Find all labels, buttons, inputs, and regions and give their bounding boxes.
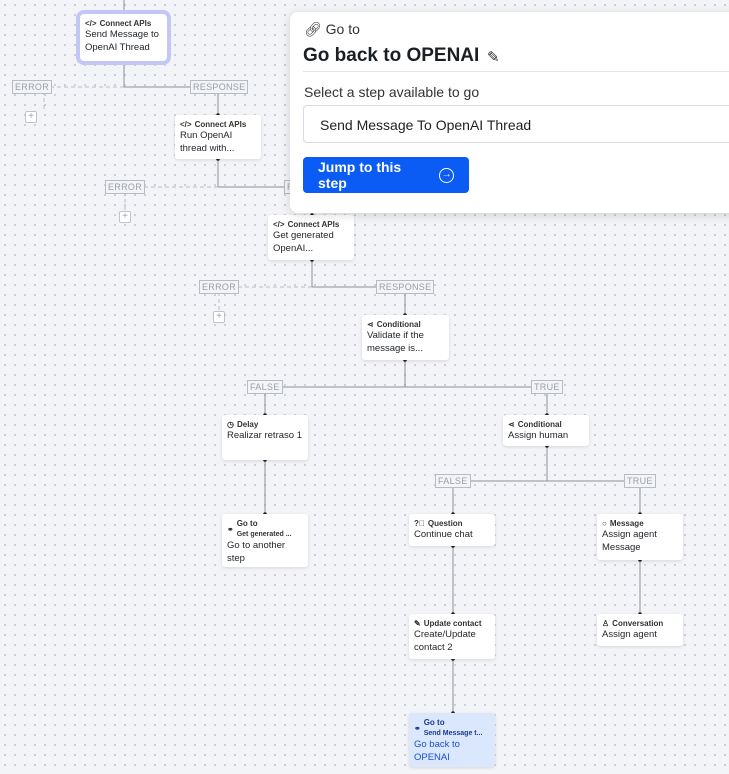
- link-icon: 🔗︎: [304, 21, 326, 37]
- divider: [303, 71, 729, 72]
- true-label: TRUE: [531, 380, 563, 394]
- error-label: ERROR: [105, 180, 146, 194]
- branch-icon: ⋖: [367, 320, 374, 329]
- node-message[interactable]: ○ Message Assign agent Message: [597, 514, 683, 560]
- node-get-generated[interactable]: </> Connect APIs Get generated OpenAI...: [268, 215, 354, 260]
- error-label: ERROR: [12, 80, 53, 94]
- code-icon: </>: [85, 19, 97, 28]
- node-question[interactable]: ?⃝ Question Continue chat: [409, 514, 495, 546]
- add-step-button[interactable]: +: [213, 311, 225, 323]
- response-label: RESPONSE: [190, 80, 249, 94]
- question-icon: ?⃝: [414, 519, 425, 528]
- node-go-to-another-step[interactable]: ⚭ Go to Get generated ... Go to another ste…: [222, 514, 308, 567]
- clock-icon: ◷: [227, 420, 234, 429]
- node-conditional-assign-human[interactable]: ⋖ Conditional Assign human: [503, 415, 589, 446]
- node-conditional-validate[interactable]: ⋖ Conditional Validate if the message is..…: [362, 315, 449, 360]
- false-label: FALSE: [435, 474, 471, 488]
- code-icon: </>: [180, 120, 192, 129]
- code-icon: </>: [273, 220, 285, 229]
- user-icon: ♙: [602, 619, 610, 628]
- arrow-right-circle-icon: →: [439, 167, 454, 183]
- chat-icon: ○: [602, 519, 607, 528]
- error-label: ERROR: [199, 280, 240, 294]
- add-step-button[interactable]: +: [119, 211, 131, 223]
- panel-type: 🔗︎ Go to: [304, 21, 360, 37]
- node-delay[interactable]: ◷ Delay Realizar retraso 1: [222, 415, 308, 460]
- step-select[interactable]: Send Message To OpenAI Thread: [303, 105, 729, 143]
- response-label: RESPONSE: [376, 280, 435, 294]
- select-label: Select a step available to go: [304, 84, 480, 100]
- link-icon: ⚭: [414, 723, 421, 733]
- node-go-back-openai[interactable]: ⚭ Go to Send Message t... Go back to OPENAI: [409, 713, 495, 767]
- add-step-button[interactable]: +: [25, 111, 37, 123]
- pencil-icon: ✎: [414, 619, 421, 628]
- node-send-message[interactable]: </> Connect APIs Send Message to OpenAI Th…: [76, 10, 171, 65]
- false-label: FALSE: [247, 380, 283, 394]
- node-conversation[interactable]: ♙ Conversation Assign agent: [597, 614, 683, 646]
- true-label: TRUE: [624, 474, 656, 488]
- panel-title[interactable]: Go back to OPENAI: [303, 45, 479, 67]
- link-icon: ⚭: [227, 524, 234, 534]
- jump-to-step-button[interactable]: Jump to this step →: [303, 157, 469, 193]
- goto-panel: 🔗︎ Go to Go back to OPENAI ✎ Select a st…: [290, 12, 729, 213]
- node-update-contact[interactable]: ✎ Update contact Create/Update contact 2: [409, 614, 495, 659]
- branch-icon: ⋖: [508, 420, 515, 429]
- node-run-openai[interactable]: </> Connect APIs Run OpenAI thread with...: [175, 115, 261, 159]
- edit-title-icon[interactable]: ✎: [487, 48, 500, 66]
